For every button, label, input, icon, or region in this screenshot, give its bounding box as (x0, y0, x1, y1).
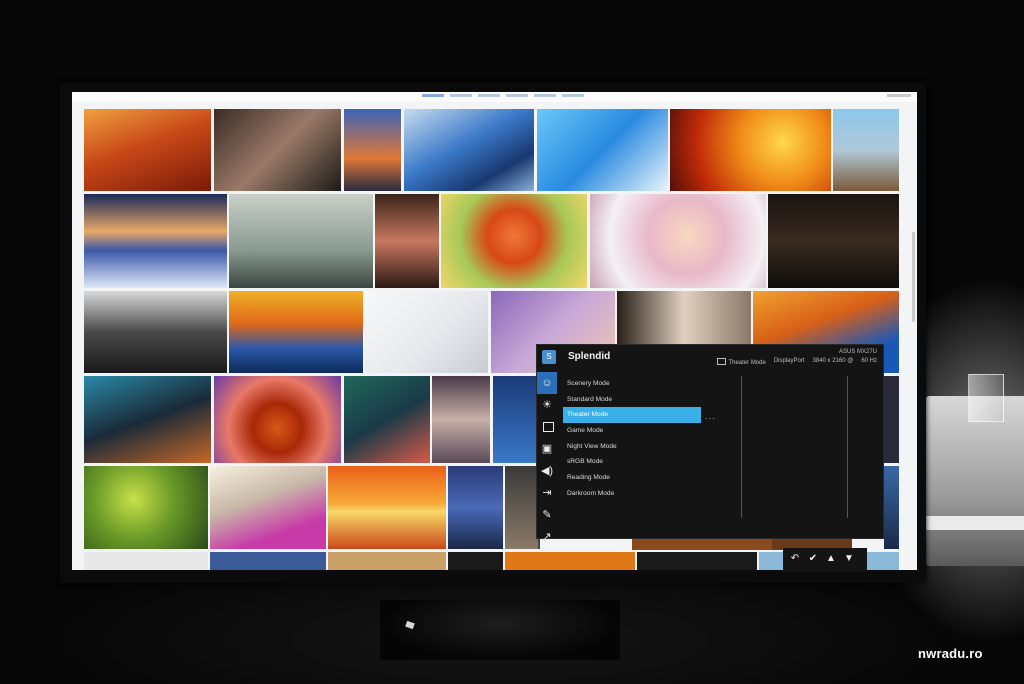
photo-thumbnail[interactable] (344, 109, 401, 191)
osd-column-divider (847, 376, 848, 518)
photo-thumbnail[interactable] (884, 376, 899, 463)
shelf (926, 516, 1024, 530)
photo-thumbnail[interactable] (365, 291, 488, 373)
nav-tab[interactable] (422, 94, 444, 97)
osd-title: Splendid (568, 351, 611, 362)
osd-resolution: 3840 x 2160 @ (812, 358, 854, 364)
osd-mode-item[interactable]: Reading Mode (563, 470, 701, 486)
photo-thumbnail[interactable] (328, 552, 446, 570)
osd-mode-item[interactable]: Standard Mode (563, 392, 701, 408)
photo-thumbnail[interactable] (214, 109, 341, 191)
photo-thumbnail[interactable] (432, 376, 490, 463)
photo-thumbnail[interactable] (84, 552, 208, 570)
osd-input: DisplayPort (773, 358, 805, 364)
photo-thumbnail[interactable] (84, 291, 227, 373)
system-setup-icon[interactable]: ✎ (537, 504, 557, 526)
photo-thumbnail[interactable] (214, 376, 341, 463)
sound-icon[interactable]: ◀) (537, 460, 557, 482)
osd-sidebar: ☺ ☀ ▣ ◀) ⇥ ✎ ↗ (537, 372, 557, 543)
scrollbar[interactable] (912, 232, 915, 322)
watermark: nwradu.ro (918, 646, 983, 661)
osd-header: S Splendid ASUS MX27U Theater Mode Displ… (537, 345, 883, 369)
nav-tab[interactable] (534, 94, 556, 97)
nav-tab[interactable] (478, 94, 500, 97)
power-led (405, 620, 415, 630)
osd-mode-item[interactable]: Game Mode (563, 423, 701, 439)
brightness-icon[interactable]: ☀ (537, 394, 557, 416)
photo-thumbnail[interactable] (505, 466, 538, 549)
gallery-account-link[interactable] (887, 94, 911, 97)
photo-thumbnail[interactable] (632, 538, 772, 550)
osd-refresh: 60 Hz (861, 358, 877, 364)
photo-thumbnail[interactable] (833, 109, 899, 191)
photo-thumbnail[interactable] (84, 194, 227, 288)
photo-thumbnail[interactable] (670, 109, 831, 191)
photo-thumbnail[interactable] (505, 552, 635, 570)
photo-thumbnail[interactable] (328, 466, 446, 549)
photo-thumbnail[interactable] (344, 376, 430, 463)
photo-thumbnail[interactable] (448, 552, 503, 570)
splendid-icon: S (542, 350, 556, 364)
shortcut-icon[interactable]: ↗ (537, 526, 557, 548)
osd-menu: S Splendid ASUS MX27U Theater Mode Displ… (537, 345, 883, 543)
osd-current-mode: Theater Mode (717, 358, 766, 366)
monitor-icon (717, 358, 727, 365)
osd-mode-list: Scenery Mode Standard Mode Theater Mode … (563, 376, 701, 502)
osd-keys: ↶ ✔ ▲ ▼ (789, 553, 855, 564)
osd-mode-item[interactable]: Night View Mode (563, 439, 701, 455)
down-key-icon[interactable]: ▼ (843, 553, 855, 564)
color-icon[interactable] (537, 416, 557, 438)
photo-thumbnail[interactable] (210, 466, 326, 549)
photo-thumbnail[interactable] (448, 466, 503, 549)
splendid-icon[interactable]: ☺ (537, 372, 557, 394)
photo-thumbnail[interactable] (441, 194, 587, 288)
osd-mode-item-selected[interactable]: Theater Mode (563, 407, 701, 424)
side-stand (926, 374, 1024, 566)
photo-thumbnail[interactable] (84, 466, 208, 549)
confirm-key-icon[interactable]: ✔ (807, 553, 819, 564)
image-icon[interactable]: ▣ (537, 438, 557, 460)
input-select-icon[interactable]: ⇥ (537, 482, 557, 504)
osd-column-divider (741, 376, 742, 518)
photo-thumbnail[interactable] (884, 466, 899, 549)
osd-mode-item[interactable]: sRGB Mode (563, 454, 701, 470)
back-key-icon[interactable]: ↶ (789, 553, 801, 564)
osd-model: ASUS MX27U (838, 349, 877, 355)
glass-cup (968, 374, 1004, 422)
photo-thumbnail[interactable] (84, 109, 211, 191)
nav-tab[interactable] (506, 94, 528, 97)
osd-status: Theater Mode DisplayPort 3840 x 2160 @ 6… (717, 358, 877, 366)
osd-mode-item[interactable]: Darkroom Mode (563, 486, 701, 502)
up-key-icon[interactable]: ▲ (825, 553, 837, 564)
gallery-topbar (72, 92, 917, 102)
photo-thumbnail[interactable] (229, 291, 363, 373)
photo-thumbnail[interactable] (768, 194, 899, 288)
gallery-nav (422, 94, 584, 97)
osd-mode-item[interactable]: Scenery Mode (563, 376, 701, 392)
photo-thumbnail[interactable] (229, 194, 373, 288)
monitor-stand (380, 600, 620, 660)
photo-thumbnail[interactable] (637, 552, 757, 570)
photo-thumbnail[interactable] (375, 194, 439, 288)
nav-tab[interactable] (562, 94, 584, 97)
nav-tab[interactable] (450, 94, 472, 97)
photo-thumbnail[interactable] (590, 194, 766, 288)
monitor-screen: S Splendid ASUS MX27U Theater Mode Displ… (72, 92, 917, 570)
photo-thumbnail[interactable] (84, 376, 211, 463)
photo-thumbnail[interactable] (493, 376, 538, 463)
osd-submenu-indicator: ··· (705, 414, 716, 423)
photo-thumbnail[interactable] (537, 109, 668, 191)
photo-thumbnail[interactable] (210, 552, 326, 570)
photo-thumbnail[interactable] (404, 109, 534, 191)
